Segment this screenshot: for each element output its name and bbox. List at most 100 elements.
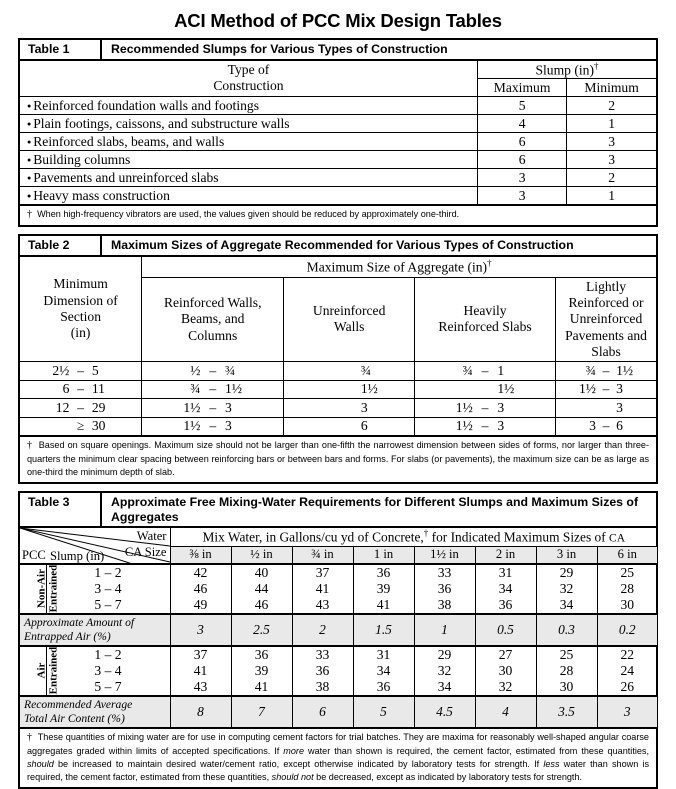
range-low: ¾	[190, 381, 201, 397]
table-3-block: Table 3 Approximate Free Mixing-Water Re…	[18, 491, 658, 789]
lightly-reinforced-cell: 3	[555, 398, 656, 418]
table-3: Water CA Size PCC Slump (in) Mix Water, …	[20, 528, 658, 727]
range-high: 3	[225, 418, 232, 434]
fn-p2: water than shown is required, the cement…	[304, 745, 650, 756]
size-col-header: ¾ in	[291, 545, 354, 565]
range-high: 3	[616, 381, 623, 397]
water-value-cell: 32	[413, 662, 476, 679]
unreinforced-walls-cell: 1½	[283, 379, 416, 400]
range-dash: –	[481, 418, 489, 434]
group-label-line-2: Entrained	[46, 646, 59, 695]
range-low: 12	[55, 399, 70, 415]
entrapped-air-value: 1.5	[352, 612, 415, 647]
table-3-header-row-1: Water CA Size PCC Slump (in) Mix Water, …	[20, 528, 658, 565]
corner-label-water: Water	[136, 529, 167, 544]
water-value-cell: 36	[474, 596, 537, 615]
table-row: 5 – 7 49 46 43 41 38 36 34 30	[20, 596, 658, 615]
reinforced-walls-cell: ½ – ¾	[141, 361, 285, 381]
water-value-cell: 49	[169, 596, 232, 615]
banner-text-before: Mix Water, in Gallons/cu yd of Concrete,	[202, 529, 424, 545]
corner-label-ca-size: CA Size	[124, 545, 167, 560]
table-row: Plain footings, caissons, and substructu…	[20, 114, 656, 134]
group-label-line-2: Entrained	[46, 564, 59, 613]
range-high: 3	[616, 399, 623, 415]
range-high: 30	[91, 418, 106, 434]
table-3-banner: Mix Water, in Gallons/cu yd of Concrete,…	[169, 528, 658, 547]
range-high: 11	[91, 381, 105, 397]
maximum-cell: 6	[476, 150, 568, 170]
range-high: 1	[497, 362, 505, 378]
range-high: 29	[91, 399, 106, 415]
water-value-cell: 25	[596, 562, 658, 581]
heavily-reinforced-cell: ¾ –1	[414, 361, 557, 381]
water-value-cell: 40	[230, 562, 293, 581]
total-air-value: 4.5	[413, 694, 476, 727]
lightly-reinforced-cell: 1½ –3	[555, 379, 656, 400]
range-dash: –	[481, 399, 489, 415]
entrapped-air-value: 0.3	[535, 612, 598, 647]
group-header-dagger: †	[487, 257, 492, 268]
reinforced-walls-cell: 1½ –3	[141, 416, 285, 436]
size-col-header: 1½ in	[413, 545, 476, 565]
table-1-footnote: † When high-frequency vibrators are used…	[20, 204, 656, 225]
construction-cell: Reinforced foundation walls and footings	[20, 96, 478, 116]
entrapped-air-value: 0.5	[474, 612, 537, 647]
construction-cell: Building columns	[20, 150, 478, 170]
entrapped-air-value: 0.2	[596, 612, 658, 647]
range-high: 1½	[497, 381, 515, 397]
table-row: 5 – 7 43 41 38 36 34 32 30 26	[20, 678, 658, 697]
water-value-cell: 38	[413, 596, 476, 615]
entrapped-air-value: 3	[169, 612, 232, 647]
water-value-cell: 29	[413, 644, 476, 663]
table-1: Type of Construction Slump (in)† Maximum…	[20, 60, 656, 205]
water-value-cell: 22	[596, 644, 658, 663]
table-row: 12–29 1½ –3 3 1½ –3 3	[20, 398, 656, 418]
water-value-cell: 28	[596, 580, 658, 597]
fn-em3: less	[543, 758, 560, 769]
table-3-label: Table 3	[20, 493, 102, 527]
table-1-title: Recommended Slumps for Various Types of …	[111, 42, 448, 56]
slump-cell: 3 – 4	[45, 580, 171, 597]
minimum-cell: 3	[566, 150, 656, 170]
total-air-value: 8	[169, 694, 232, 727]
table-2-block: Table 2 Maximum Sizes of Aggregate Recom…	[18, 234, 658, 485]
water-value-cell: 28	[535, 662, 598, 679]
range-low: 1½	[183, 399, 201, 415]
table-1-footnote-text: When high-frequency vibrators are used, …	[37, 209, 460, 220]
entrapped-air-value: 2	[291, 612, 354, 647]
range-low: 1½	[455, 399, 473, 415]
fn-em1: more	[283, 745, 305, 756]
entrapped-air-value: 2.5	[230, 612, 293, 647]
construction-cell: Plain footings, caissons, and substructu…	[20, 114, 478, 134]
table-3-caption: Table 3 Approximate Free Mixing-Water Re…	[20, 493, 656, 529]
water-value-cell: 26	[596, 678, 658, 697]
banner-ca-abbrev: CA	[609, 532, 626, 545]
minimum-cell: 2	[566, 168, 656, 188]
total-air-value: 5	[352, 694, 415, 727]
water-value-cell: 34	[474, 580, 537, 597]
range-dash: –	[77, 381, 84, 397]
corner-label-slump: Slump (in)	[50, 548, 105, 563]
table-3-title: Approximate Free Mixing-Water Requiremen…	[111, 495, 639, 524]
range-high: 3	[497, 418, 505, 434]
entrapped-air-value: 1	[413, 612, 476, 647]
group-label-rotated: Air Entrained	[35, 646, 59, 695]
range-dash: –	[209, 381, 217, 397]
table-2-col-heavily-reinforced: Heavily Reinforced Slabs	[414, 276, 557, 363]
unreinforced-walls-cell: 3	[283, 398, 416, 418]
water-value-cell: 24	[596, 662, 658, 679]
reinforced-walls-cell: ¾ –1½	[141, 379, 285, 400]
heavily-reinforced-cell: 1½	[414, 379, 557, 400]
document-page: ACI Method of PCC Mix Design Tables Tabl…	[0, 0, 676, 789]
group-label-air-entrained: Air Entrained	[20, 644, 59, 697]
min-dimension-line-4: (in)	[70, 325, 91, 341]
water-value-cell: 33	[413, 562, 476, 581]
table-2-col-unreinforced-walls: Unreinforced Walls	[283, 276, 416, 363]
table-2-col-lightly-reinforced: Lightly Reinforced or Unreinforced Pavemen…	[555, 276, 656, 363]
table-2-label: Table 2	[20, 236, 102, 255]
water-value-cell: 36	[413, 580, 476, 597]
water-value-cell: 30	[535, 678, 598, 697]
total-air-row: Recommended Average Total Air Content (%…	[20, 694, 658, 727]
table-1-col-slump-group: Slump (in)†	[476, 60, 656, 80]
slump-cell: 5 – 7	[45, 596, 171, 615]
